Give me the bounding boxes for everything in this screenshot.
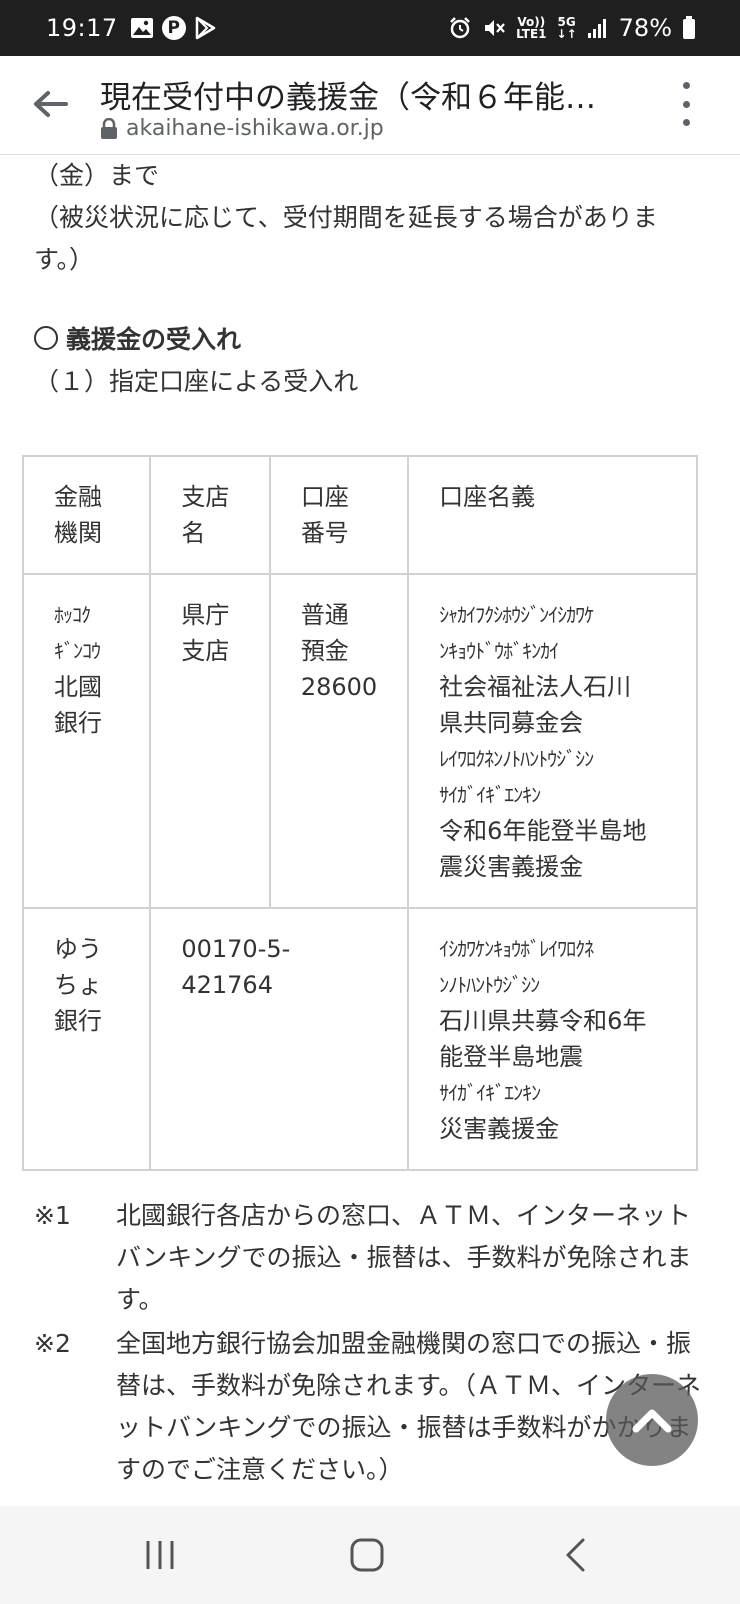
back-nav-button[interactable] xyxy=(545,1530,605,1580)
table-cell: 県庁 支店 xyxy=(149,573,271,909)
url-display[interactable]: akaihane-ishikawa.or.jp xyxy=(100,116,384,141)
dot-icon xyxy=(682,82,690,89)
bank-name: 北國 銀行 xyxy=(54,673,102,737)
dot-icon xyxy=(682,119,690,126)
text-line: （金）まで xyxy=(34,161,160,190)
header-cell: 口座名義 xyxy=(407,455,698,575)
bank-name: ゆう ちょ 銀行 xyxy=(54,935,102,1035)
table-row: ゆう ちょ 銀行 00170-5-421764 ｲｼｶﾜｹﾝｷｮｳﾎﾞﾚｲﾜﾛｸ… xyxy=(21,907,698,1171)
table-cell: ゆう ちょ 銀行 xyxy=(21,907,152,1171)
holder-kana: ｼｬｶｲﾌｸｼﾎｳｼﾞﾝｲｼｶﾜｹ ﾝｷｮｳﾄﾞｳﾎﾞｷﾝｶｲ xyxy=(439,603,594,663)
circle-icon xyxy=(34,326,58,350)
header-holder: 口座名義 xyxy=(439,483,536,511)
mute-icon xyxy=(482,16,506,40)
bank-kana: ﾎｯｺｸ ｷﾞﾝｺｳ xyxy=(54,603,101,663)
note-item: ※1 北國銀行各店からの窓口、ＡＴＭ、インターネットバンキングでの振込・振替は、… xyxy=(34,1195,714,1321)
section-heading-text: 義援金の受入れ xyxy=(66,325,242,354)
chevron-left-icon xyxy=(566,1538,585,1572)
holder-kana: ｻｲｶﾞｲｷﾞｴﾝｷﾝ xyxy=(439,1081,541,1105)
home-icon xyxy=(350,1538,384,1572)
header-cell: 支店 名 xyxy=(149,455,271,575)
account-number: 普通 預金 28600 xyxy=(300,601,378,701)
holder-name: 石川県共募令和6年 能登半島地震 xyxy=(439,1007,647,1071)
header-account: 口座 番号 xyxy=(300,483,349,547)
header-cell: 口座 番号 xyxy=(268,455,410,575)
volte-icon: Vo)) LTE1 xyxy=(516,16,546,40)
battery-level: 78% xyxy=(618,14,672,42)
signal-icon xyxy=(587,17,609,39)
account-table: 金融 機関 支店 名 口座 番号 口座名義 ﾎｯｺｸ ｷﾞﾝｺｳ 北國 銀行 県… xyxy=(21,455,698,1171)
recent-apps-button[interactable] xyxy=(130,1530,190,1580)
image-icon xyxy=(130,17,154,39)
home-button[interactable] xyxy=(337,1530,397,1580)
volte-bottom: LTE1 xyxy=(516,27,547,41)
table-cell: ﾎｯｺｸ ｷﾞﾝｺｳ 北國 銀行 xyxy=(21,573,152,909)
more-options-button[interactable] xyxy=(672,82,700,126)
holder-name: 災害義援金 xyxy=(439,1115,560,1143)
status-time: 19:17 xyxy=(46,14,118,42)
table-header-row: 金融 機関 支店 名 口座 番号 口座名義 xyxy=(21,455,698,575)
sub-heading: （１）指定口座による受入れ xyxy=(34,367,359,396)
url-text: akaihane-ishikawa.or.jp xyxy=(126,116,384,141)
recent-apps-icon xyxy=(146,1541,174,1569)
holder-kana: ｲｼｶﾜｹﾝｷｮｳﾎﾞﾚｲﾜﾛｸﾈ ﾝﾉﾄﾊﾝﾄｳｼﾞｼﾝ xyxy=(439,937,594,997)
notes-list: ※1 北國銀行各店からの窓口、ＡＴＭ、インターネットバンキングでの振込・振替は、… xyxy=(34,1195,714,1493)
arrow-left-icon xyxy=(34,91,68,117)
text-line: （被災状況に応じて、受付期間を延長する場合がありま xyxy=(34,203,658,232)
back-button[interactable] xyxy=(26,80,74,128)
section-heading: 義援金の受入れ xyxy=(34,320,241,356)
status-bar: 19:17 P Vo)) LTE1 5G ↓↑ 78% xyxy=(0,0,740,56)
header-branch: 支店 名 xyxy=(181,483,230,547)
page-content: （金）まで （被災状況に応じて、受付期間を延長する場合がありま す。） 義援金の… xyxy=(0,155,740,1505)
table-cell: 普通 預金 28600 xyxy=(268,573,410,909)
page-title[interactable]: 現在受付中の義援金（令和６年能… xyxy=(100,72,620,117)
account-number: 00170-5-421764 xyxy=(181,935,291,999)
network-type: 5G xyxy=(557,15,576,29)
holder-name: 社会福祉法人石川 県共同募金会 xyxy=(439,673,632,737)
play-store-icon xyxy=(194,16,216,40)
p-badge-icon: P xyxy=(161,16,186,40)
note-text: 北國銀行各店からの窓口、ＡＴＭ、インターネットバンキングでの振込・振替は、手数料… xyxy=(116,1201,692,1314)
text-line: す。） xyxy=(34,245,95,274)
note-mark: ※1 xyxy=(34,1201,71,1230)
dot-icon xyxy=(682,100,690,108)
battery-icon xyxy=(682,16,696,40)
table-cell: ｼｬｶｲﾌｸｼﾎｳｼﾞﾝｲｼｶﾜｹ ﾝｷｮｳﾄﾞｳﾎﾞｷﾝｶｲ 社会福祉法人石川… xyxy=(407,573,698,909)
holder-name: 令和6年能登半島地 震災害義援金 xyxy=(439,817,647,881)
header-cell: 金融 機関 xyxy=(21,455,152,575)
browser-toolbar: 現在受付中の義援金（令和６年能… akaihane-ishikawa.or.jp xyxy=(0,56,740,155)
table-cell: ｲｼｶﾜｹﾝｷｮｳﾎﾞﾚｲﾜﾛｸﾈ ﾝﾉﾄﾊﾝﾄｳｼﾞｼﾝ 石川県共募令和6年 … xyxy=(407,907,698,1171)
table-cell: 00170-5-421764 xyxy=(149,907,410,1171)
alarm-icon xyxy=(448,16,472,40)
branch-name: 県庁 支店 xyxy=(181,601,230,665)
table-row: ﾎｯｺｸ ｷﾞﾝｺｳ 北國 銀行 県庁 支店 普通 預金 28600 ｼｬｶｲﾌ… xyxy=(21,573,698,909)
note-mark: ※2 xyxy=(34,1329,71,1358)
lock-icon xyxy=(100,117,118,140)
scroll-to-top-button[interactable] xyxy=(606,1374,698,1466)
system-navigation-bar xyxy=(0,1506,740,1604)
chevron-up-icon xyxy=(632,1409,672,1433)
header-bank: 金融 機関 xyxy=(54,483,102,547)
holder-kana: ﾚｲﾜﾛｸﾈﾝﾉﾄﾊﾝﾄｳｼﾞｼﾝ ｻｲｶﾞｲｷﾞｴﾝｷﾝ xyxy=(439,747,594,807)
5g-icon: 5G ↓↑ xyxy=(556,15,577,41)
